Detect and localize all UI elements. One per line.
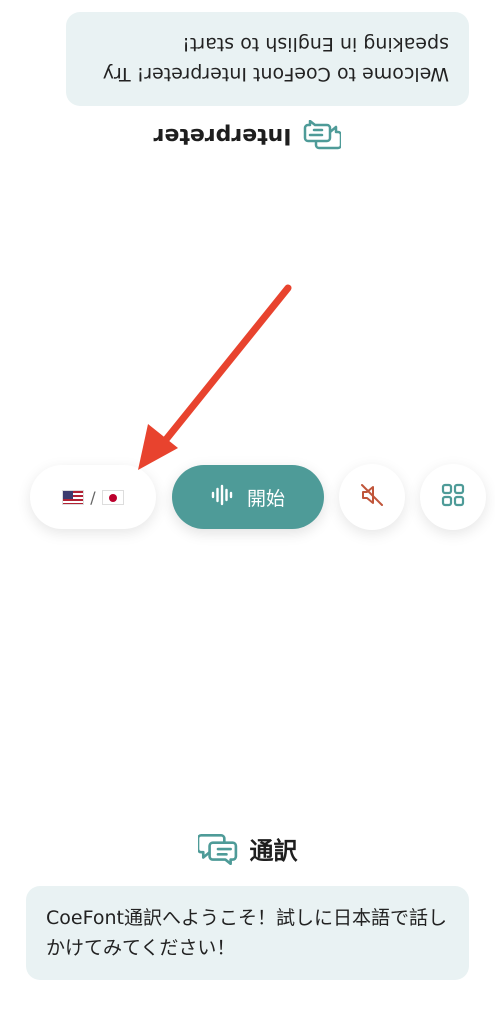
language-separator: / (90, 487, 96, 507)
partner-message-bubble: Welcome to CoeFont Interpreter! Try spea… (66, 12, 469, 106)
partner-section-header: Interpreter (0, 116, 495, 156)
own-message-bubble: CoeFont通訳へようこそ！試しに日本語で話しかけてみてください！ (26, 886, 469, 980)
us-flag-icon (62, 489, 85, 505)
own-message-text: CoeFont通訳へようこそ！試しに日本語で話しかけてみてください！ (46, 907, 447, 959)
chat-bubbles-icon (197, 831, 238, 865)
language-pair-button[interactable]: / (30, 465, 156, 529)
waveform-icon (211, 484, 235, 511)
start-button[interactable]: 開始 (172, 465, 324, 529)
speaker-muted-icon (359, 482, 385, 512)
jp-flag-icon (101, 489, 124, 505)
interpreter-screen: Interpreter Welcome to CoeFont Interpret… (0, 0, 495, 1024)
chat-bubbles-icon (303, 120, 342, 152)
own-section-title: 通訳 (249, 836, 298, 865)
own-section-header: 通訳 (0, 826, 495, 870)
start-button-label: 開始 (246, 487, 285, 510)
grid-icon (440, 482, 466, 512)
mute-button[interactable] (339, 464, 405, 530)
control-bar: / 開始 (0, 464, 495, 530)
menu-button[interactable] (420, 464, 486, 530)
partner-section-title: Interpreter (153, 123, 292, 149)
partner-panel: Interpreter Welcome to CoeFont Interpret… (0, 0, 495, 190)
partner-message-text: Welcome to CoeFont Interpreter! Try spea… (102, 33, 449, 85)
